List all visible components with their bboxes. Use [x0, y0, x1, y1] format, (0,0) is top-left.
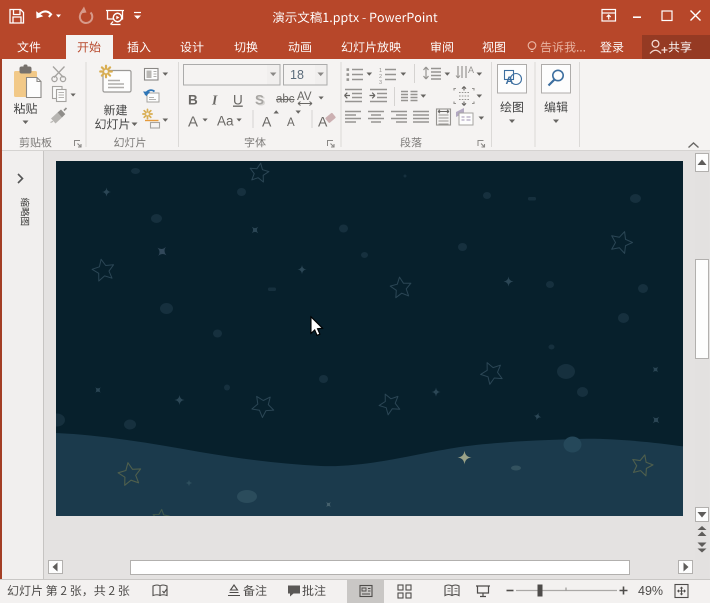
- svg-text:A: A: [506, 75, 514, 87]
- svg-text:18: 18: [290, 68, 304, 82]
- svg-text:A: A: [287, 117, 295, 129]
- svg-text:U: U: [233, 93, 243, 108]
- svg-text:Aa: Aa: [217, 114, 234, 129]
- svg-text:abc: abc: [276, 94, 295, 106]
- svg-text:A: A: [188, 114, 198, 131]
- svg-text:3: 3: [379, 80, 382, 86]
- svg-text:A: A: [262, 114, 272, 130]
- svg-text:B: B: [188, 93, 198, 108]
- svg-text:A: A: [468, 65, 474, 75]
- svg-text:I: I: [211, 93, 218, 108]
- svg-text:A: A: [318, 114, 328, 130]
- svg-text:AV: AV: [297, 91, 312, 103]
- svg-text:S: S: [255, 93, 264, 108]
- svg-text:49%: 49%: [638, 584, 663, 598]
